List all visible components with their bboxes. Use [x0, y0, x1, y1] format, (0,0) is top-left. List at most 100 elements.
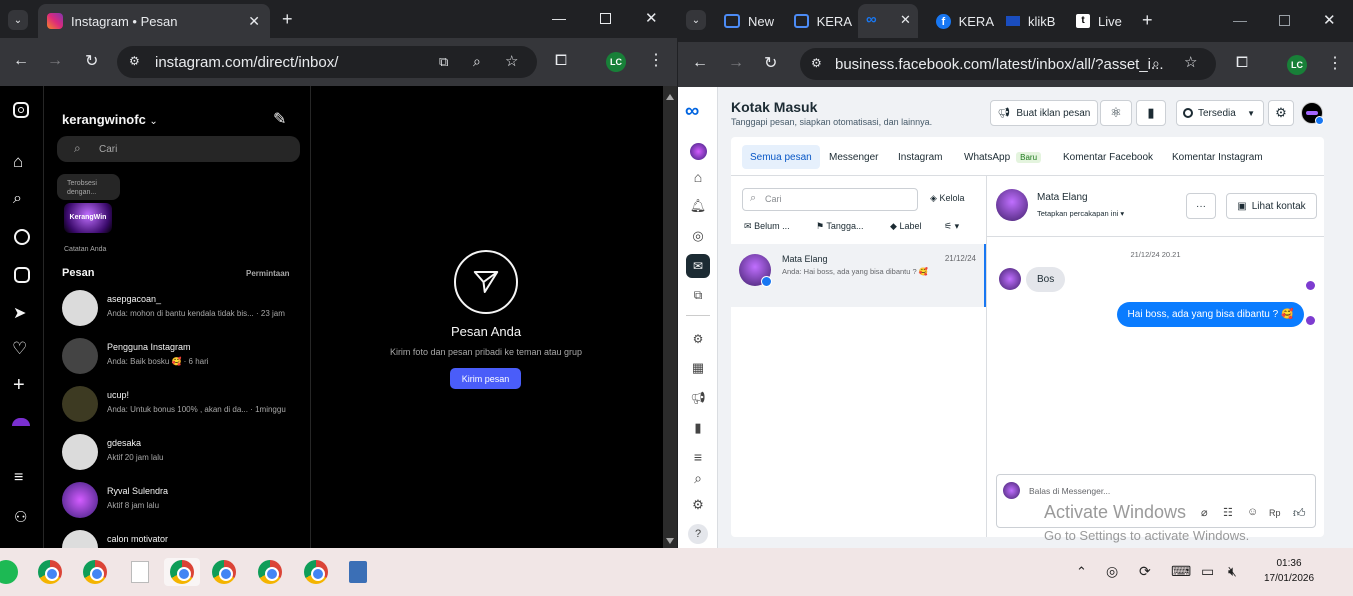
close-window-icon[interactable]: ✕	[645, 9, 658, 27]
back-icon[interactable]: ←	[13, 52, 29, 70]
thread-item-selected[interactable]: Mata Elang 21/12/24 Anda: Hai boss, ada …	[731, 244, 986, 307]
network-icon[interactable]: ▭	[1201, 563, 1214, 580]
chrome-icon[interactable]	[302, 558, 330, 586]
site-info-icon[interactable]: ⚙	[811, 56, 822, 70]
tab-instagram[interactable]: Instagram	[898, 145, 942, 169]
close-tab-icon[interactable]: ✕	[900, 12, 911, 28]
tab-new[interactable]: New	[724, 8, 782, 34]
send-message-button[interactable]: Kirim pesan	[450, 368, 521, 389]
inbox-icon[interactable]: ✉	[686, 254, 710, 278]
compass-icon[interactable]: ◎	[688, 226, 708, 246]
insights-icon[interactable]: ▮	[688, 418, 708, 438]
maximize-icon[interactable]	[600, 13, 611, 24]
conversation-item[interactable]: gdesaka Aktif 20 jam lalu	[62, 431, 302, 475]
meta-logo-icon[interactable]: ∞	[685, 100, 699, 123]
reload-icon[interactable]: ↻	[85, 51, 98, 71]
tray-sync-icon[interactable]: ⟳	[1139, 563, 1151, 580]
site-info-icon[interactable]: ⚙	[129, 54, 140, 68]
settings-icon[interactable]: ⚙	[688, 495, 708, 515]
search-input[interactable]: ⌕ Cari	[57, 136, 300, 162]
close-window-icon[interactable]: ✕	[1323, 11, 1336, 29]
tab-all-messages[interactable]: Semua pesan	[742, 145, 820, 169]
forward-icon[interactable]: →	[47, 52, 63, 70]
reload-icon[interactable]: ↻	[764, 53, 777, 73]
extensions-icon[interactable]: ⧠	[1236, 54, 1248, 71]
settings-gear-icon[interactable]: ⚙	[1268, 100, 1294, 126]
create-ad-button[interactable]: 📢︎ Buat iklan pesan	[990, 100, 1098, 126]
more-menu-icon[interactable]: ≡	[14, 469, 23, 487]
profile-avatar[interactable]: LC	[606, 52, 626, 72]
tab-search-chevron-icon[interactable]: ⌄	[8, 10, 28, 30]
tab-whatsapp[interactable]: WhatsApp Baru	[964, 145, 1042, 169]
saved-replies-icon[interactable]: ☷	[1223, 506, 1233, 519]
zoom-icon[interactable]: ⌕	[473, 53, 481, 70]
minimize-icon[interactable]: —	[552, 10, 566, 26]
notifications-heart-icon[interactable]: ♡	[12, 339, 27, 359]
conversation-item[interactable]: ucup! Anda: Untuk bonus 100% , akan di da…	[62, 383, 302, 427]
filter-label[interactable]: ◆ Label	[890, 221, 921, 232]
extensions-icon[interactable]: ⧠	[555, 52, 567, 69]
filter-options[interactable]: ⚟ ▾	[944, 221, 959, 232]
assign-conversation-dropdown[interactable]: Tetapkan percakapan ini ▾	[1037, 209, 1124, 218]
tray-app-icon[interactable]: ◎	[1106, 563, 1118, 580]
filter-unread[interactable]: ✉ Belum ...	[744, 221, 790, 232]
menu-dots-icon[interactable]: ⋮	[648, 50, 664, 70]
calculator-icon[interactable]	[344, 558, 372, 586]
conversation-item[interactable]: calon motivator	[62, 527, 302, 548]
profile-avatar-icon[interactable]	[12, 418, 30, 426]
spotify-icon[interactable]	[0, 558, 20, 586]
ads-icon[interactable]: ⚙	[688, 329, 708, 349]
tab-live[interactable]: t Live	[1076, 8, 1134, 34]
note-bubble[interactable]: Terobsesi dengan...	[57, 174, 120, 200]
account-username[interactable]: kerangwinofc ⌄	[62, 112, 158, 127]
availability-dropdown[interactable]: Tersedia ▼	[1176, 100, 1264, 126]
thumbs-up-icon[interactable]: 👍︎	[1293, 506, 1306, 521]
profile-note-avatar[interactable]: KerangWin	[64, 203, 112, 233]
back-icon[interactable]: ←	[692, 54, 708, 72]
chrome-icon[interactable]	[36, 558, 64, 586]
home-icon[interactable]: ⌂	[688, 167, 708, 187]
new-tab-icon[interactable]: +	[282, 9, 293, 30]
search-icon[interactable]: ⌕	[688, 468, 708, 488]
page-avatar[interactable]	[1301, 102, 1324, 125]
emoji-icon[interactable]: ☺	[1247, 506, 1258, 518]
compose-icon[interactable]: ✎	[273, 109, 286, 129]
profile-avatar[interactable]: LC	[1287, 55, 1307, 75]
filter-follow-up[interactable]: ⚑ Tangga...	[816, 221, 863, 232]
menu-dots-icon[interactable]: ⋮	[1327, 53, 1343, 73]
new-tab-icon[interactable]: +	[1142, 10, 1153, 31]
chrome-icon[interactable]	[256, 558, 284, 586]
integrations-icon[interactable]: ⚛	[1100, 100, 1132, 126]
clock[interactable]: 01:36 17/01/2026	[1258, 558, 1320, 584]
conversation-item[interactable]: Ryval Sulendra Aktif 8 jam lalu	[62, 479, 302, 523]
forward-icon[interactable]: →	[728, 54, 744, 72]
create-icon[interactable]: +	[13, 374, 25, 397]
help-icon[interactable]: ?	[688, 524, 708, 544]
chrome-icon[interactable]	[81, 558, 109, 586]
volume-muted-icon[interactable]: 🔇︎	[1228, 563, 1237, 580]
keyboard-icon[interactable]: ⌨	[1171, 563, 1191, 580]
zoom-icon[interactable]: ⌕	[1152, 55, 1160, 72]
bookmark-star-icon[interactable]: ☆	[1184, 53, 1197, 71]
minimize-icon[interactable]: —	[1233, 12, 1247, 28]
insights-icon[interactable]: ▮	[1136, 100, 1166, 126]
notepad-icon[interactable]	[126, 558, 154, 586]
menu-icon[interactable]: ≡	[688, 447, 708, 467]
scrollbar[interactable]	[663, 86, 677, 548]
pages-icon[interactable]: ⧉	[688, 285, 708, 305]
messages-icon[interactable]: ➤	[13, 303, 26, 323]
notifications-bell-icon[interactable]: 🔔︎	[688, 196, 708, 216]
home-icon[interactable]: ⌂	[13, 152, 23, 172]
tab-instagram-comments[interactable]: Komentar Instagram	[1172, 145, 1263, 169]
requests-link[interactable]: Permintaan	[246, 269, 290, 278]
instagram-logo-icon[interactable]	[13, 102, 29, 118]
maximize-icon[interactable]	[1279, 15, 1290, 26]
tab-search-chevron-icon[interactable]: ⌄	[686, 10, 706, 30]
install-app-icon[interactable]: ⧉	[439, 54, 448, 70]
view-contact-button[interactable]: ▣ Lihat kontak	[1226, 193, 1317, 219]
more-options-icon[interactable]: ···	[1186, 193, 1216, 219]
tab-kera-facebook[interactable]: f KERA	[936, 8, 994, 34]
attachment-icon[interactable]: ⌀	[1201, 506, 1208, 519]
explore-icon[interactable]	[14, 229, 30, 245]
search-icon[interactable]: ⌕	[13, 190, 22, 208]
